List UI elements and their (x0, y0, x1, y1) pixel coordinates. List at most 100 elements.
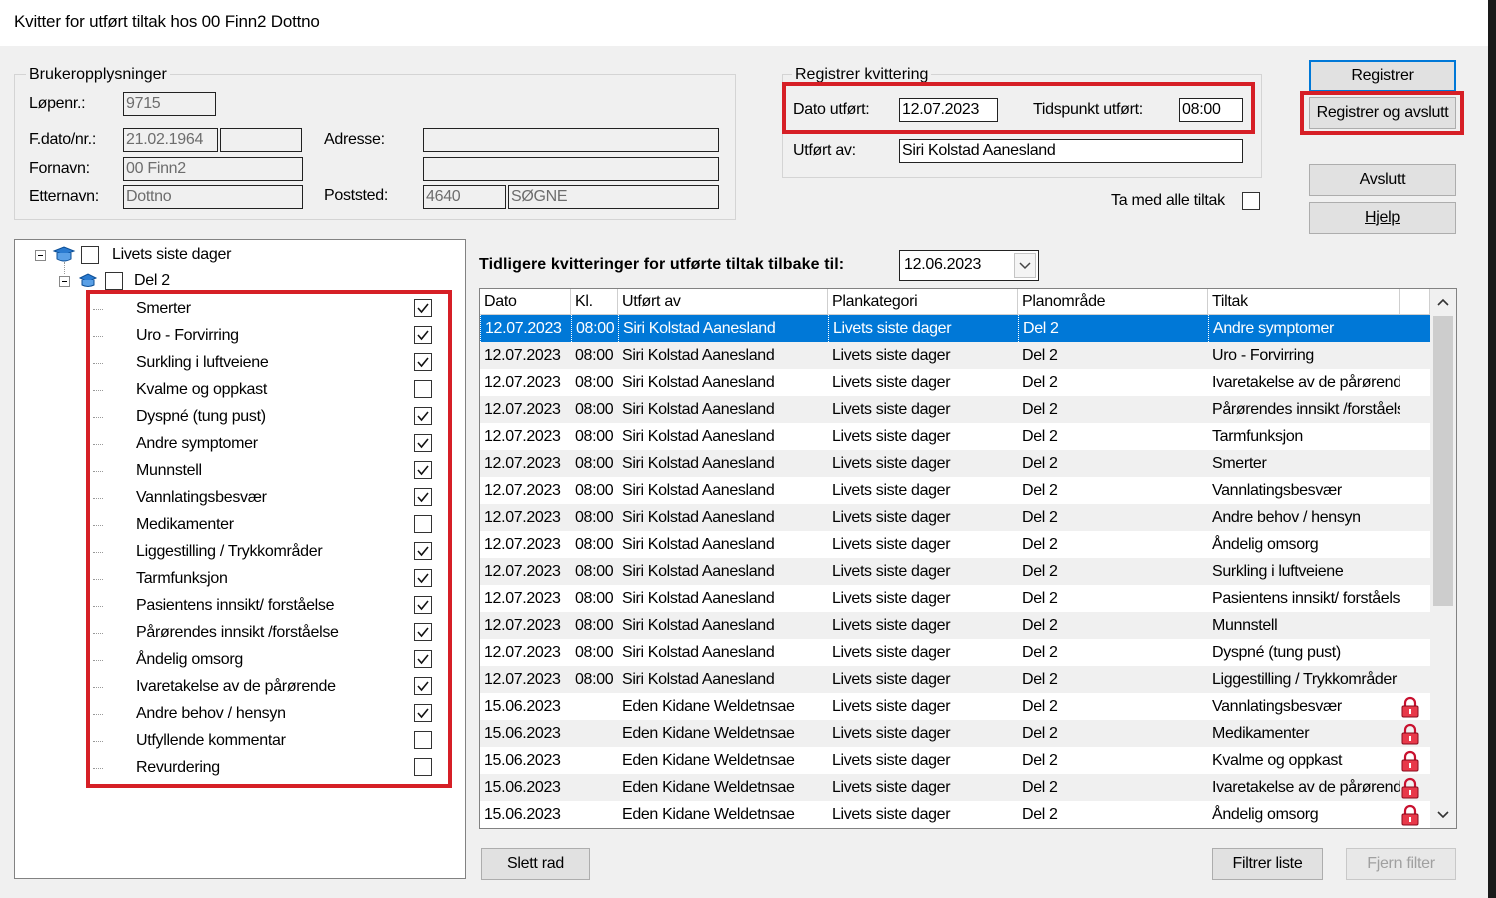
utfort-input[interactable]: Siri Kolstad Aanesland (899, 139, 1243, 163)
table-cell: Siri Kolstad Aanesland (622, 401, 775, 418)
table-cell: Del 2 (1022, 455, 1058, 472)
table-row[interactable]: 12.07.2023 08:00 Siri Kolstad Aanesland Liv… (480, 504, 1430, 531)
table-cell: 12.07.2023 (484, 455, 561, 472)
expand-minus-icon[interactable] (59, 276, 70, 287)
table-cell: Livets siste dager (832, 671, 951, 688)
history-grid[interactable]: Dato Kl. Utført av Plankategori Planområde Ti… (479, 288, 1457, 829)
column-header[interactable] (1400, 289, 1430, 315)
table-cell: Del 2 (1022, 482, 1058, 499)
table-cell: 08:00 (575, 509, 614, 526)
table-cell: Del 2 (1018, 315, 1208, 342)
table-row[interactable]: 15.06.2023 Eden Kidane Weldetnsae Livets s… (480, 774, 1430, 801)
column-header[interactable]: Planområde (1018, 289, 1208, 315)
fdato-field: 21.02.1964 (123, 128, 218, 152)
table-cell: 08:00 (575, 671, 614, 688)
table-cell: Åndelig omsorg (1212, 806, 1319, 823)
table-cell: Medikamenter (1212, 725, 1310, 742)
table-cell: Livets siste dager (832, 725, 951, 742)
table-cell: 08:00 (575, 617, 614, 634)
lopenr-field: 9715 (123, 92, 216, 116)
table-row[interactable]: 12.07.2023 08:00 Siri Kolstad Aanesland Liv… (480, 612, 1430, 639)
table-row[interactable]: 12.07.2023 08:00 Siri Kolstad Aanesland Liv… (480, 450, 1430, 477)
tree-root-label[interactable]: Livets siste dager (112, 241, 231, 268)
table-cell: 08:00 (571, 315, 618, 342)
fornavn-field: 00 Finn2 (123, 157, 303, 181)
table-cell: Surkling i luftveiene (1212, 563, 1344, 580)
table-cell: Del 2 (1022, 536, 1058, 553)
filtrer-liste-button[interactable]: Filtrer liste (1212, 848, 1323, 880)
scroll-thumb[interactable] (1433, 316, 1453, 606)
table-cell: Livets siste dager (832, 644, 951, 661)
table-cell: Del 2 (1022, 671, 1058, 688)
registrer-button[interactable]: Registrer (1309, 60, 1456, 92)
slett-rad-button[interactable]: Slett rad (481, 848, 590, 880)
table-cell: Livets siste dager (832, 698, 951, 715)
table-cell: Siri Kolstad Aanesland (622, 644, 775, 661)
table-cell: 12.07.2023 (484, 563, 561, 580)
table-row[interactable]: 12.07.2023 08:00 Siri Kolstad Aanesland Liv… (480, 423, 1430, 450)
table-cell: Eden Kidane Weldetnsae (622, 806, 795, 823)
table-row[interactable]: 12.07.2023 08:00 Siri Kolstad Aanesland Liv… (480, 342, 1430, 369)
table-cell: 12.07.2023 (484, 428, 561, 445)
hjelp-button[interactable]: Hjelp (1309, 202, 1456, 234)
table-cell: Tarmfunksjon (1212, 428, 1303, 445)
tree-line (64, 262, 65, 274)
table-cell: 08:00 (575, 482, 614, 499)
registrer-avslutt-button[interactable]: Registrer og avslutt (1309, 97, 1456, 129)
table-row[interactable]: 12.07.2023 08:00 Siri Kolstad Aanesland Liv… (480, 369, 1430, 396)
table-row[interactable]: 12.07.2023 08:00 Siri Kolstad Aanesland Liv… (480, 531, 1430, 558)
table-cell: 15.06.2023 (484, 779, 561, 796)
dato-input[interactable]: 12.07.2023 (899, 98, 998, 122)
column-header[interactable]: Dato (480, 289, 571, 315)
scroll-up-icon[interactable] (1430, 289, 1456, 315)
table-cell: Liggestilling / Trykkområder (1212, 671, 1397, 688)
poststed-label: Poststed: (324, 187, 389, 204)
table-cell: Siri Kolstad Aanesland (622, 347, 775, 364)
table-row[interactable]: 15.06.2023 Eden Kidane Weldetnsae Livets s… (480, 693, 1430, 720)
table-row[interactable]: 15.06.2023 Eden Kidane Weldetnsae Livets s… (480, 801, 1430, 828)
history-since-select[interactable]: 12.06.2023 (899, 250, 1039, 281)
scroll-down-icon[interactable] (1430, 802, 1456, 828)
table-cell (571, 720, 618, 747)
table-cell: Andre behov / hensyn (1212, 509, 1361, 526)
child-checkbox[interactable] (105, 272, 123, 290)
adresse-label: Adresse: (324, 131, 385, 148)
table-row[interactable]: 12.07.2023 08:00 Siri Kolstad Aanesland Liv… (480, 585, 1430, 612)
column-header[interactable]: Utført av (618, 289, 828, 315)
table-cell: Del 2 (1022, 347, 1058, 364)
table-cell: Del 2 (1022, 725, 1058, 742)
table-row[interactable]: 15.06.2023 Eden Kidane Weldetnsae Livets s… (480, 720, 1430, 747)
column-header[interactable]: Plankategori (828, 289, 1018, 315)
table-cell: Livets siste dager (832, 401, 951, 418)
table-cell: Livets siste dager (832, 509, 951, 526)
table-cell: 12.07.2023 (480, 315, 571, 342)
etternavn-field: Dottno (123, 185, 303, 209)
table-row[interactable]: 12.07.2023 08:00 Siri Kolstad Aanesland Liv… (480, 666, 1430, 693)
lock-icon (1400, 696, 1420, 723)
root-checkbox[interactable] (81, 246, 99, 264)
table-row[interactable]: 12.07.2023 08:00 Siri Kolstad Aanesland Liv… (480, 315, 1430, 342)
avslutt-button[interactable]: Avslutt (1309, 164, 1456, 196)
table-row[interactable]: 12.07.2023 08:00 Siri Kolstad Aanesland Liv… (480, 558, 1430, 585)
table-row[interactable]: 12.07.2023 08:00 Siri Kolstad Aanesland Liv… (480, 639, 1430, 666)
table-row[interactable]: 12.07.2023 08:00 Siri Kolstad Aanesland Liv… (480, 477, 1430, 504)
table-cell: 08:00 (575, 644, 614, 661)
window-edge (1488, 0, 1496, 898)
tid-input[interactable]: 08:00 (1179, 98, 1243, 122)
table-row[interactable]: 15.06.2023 Eden Kidane Weldetnsae Livets s… (480, 747, 1430, 774)
table-cell: 08:00 (575, 401, 614, 418)
chevron-down-icon[interactable] (1014, 253, 1036, 278)
ta-med-checkbox[interactable] (1242, 192, 1260, 210)
table-cell: 15.06.2023 (484, 698, 561, 715)
grid-scrollbar[interactable] (1430, 289, 1456, 828)
table-row[interactable]: 12.07.2023 08:00 Siri Kolstad Aanesland Liv… (480, 396, 1430, 423)
table-cell: 12.07.2023 (484, 401, 561, 418)
table-cell: 12.07.2023 (484, 347, 561, 364)
column-header[interactable]: Kl. (571, 289, 618, 315)
table-cell: Siri Kolstad Aanesland (622, 509, 775, 526)
fjern-filter-button[interactable]: Fjern filter (1346, 848, 1456, 880)
expand-minus-icon[interactable] (35, 250, 46, 261)
column-header[interactable]: Tiltak (1208, 289, 1400, 315)
lock-icon (1400, 804, 1420, 828)
table-cell: Eden Kidane Weldetnsae (622, 698, 795, 715)
